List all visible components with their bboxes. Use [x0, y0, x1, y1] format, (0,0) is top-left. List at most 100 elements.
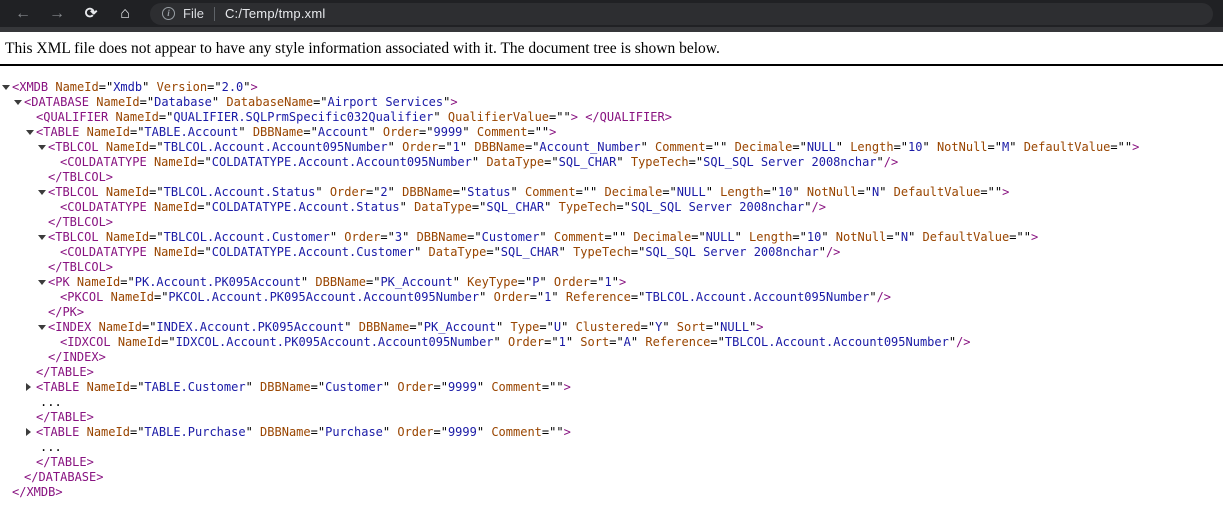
- xml-plain-token: =: [980, 185, 987, 199]
- forward-button[interactable]: →: [40, 2, 74, 26]
- page-info-icon[interactable]: i: [162, 7, 175, 20]
- xml-plain-token: ": [433, 110, 440, 124]
- xml-plain-token: =: [197, 200, 204, 214]
- collapsed-content-ellipsis[interactable]: ...: [40, 440, 62, 454]
- xml-plain-token: [727, 140, 734, 154]
- expand-arrow-icon[interactable]: [26, 383, 31, 391]
- collapse-arrow-icon[interactable]: [26, 130, 34, 135]
- xml-plain-token: [409, 230, 416, 244]
- collapse-arrow-icon[interactable]: [38, 145, 46, 150]
- xml-plain-token: ": [995, 140, 1002, 154]
- xml-plain-token: ": [344, 320, 351, 334]
- xml-plain-token: ": [612, 230, 619, 244]
- xml-attribute-name-token: NameId: [77, 275, 120, 289]
- xml-attribute-value-token: PKCOL.Account.PK095Account.Account095Num…: [168, 290, 479, 304]
- xml-attribute-name-token: DBBName: [417, 230, 468, 244]
- xml-attribute-value-token: Purchase: [325, 425, 383, 439]
- xml-plain-token: ": [205, 245, 212, 259]
- xml-attribute-name-token: Comment: [655, 140, 706, 154]
- url-text[interactable]: C:/Temp/tmp.xml: [225, 6, 326, 21]
- xml-plain-token: ": [388, 230, 395, 244]
- xml-tag-token: </QUALIFIER: [585, 110, 664, 124]
- xml-plain-token: ": [995, 185, 1002, 199]
- xml-plain-token: [568, 320, 575, 334]
- xml-plain-token: =: [792, 230, 799, 244]
- back-button[interactable]: ←: [6, 2, 40, 26]
- xml-attribute-name-token: Order: [383, 125, 419, 139]
- xml-attribute-name-token: Order: [397, 425, 433, 439]
- xml-attribute-name-token: Sort: [677, 320, 706, 334]
- collapse-arrow-icon[interactable]: [38, 190, 46, 195]
- xml-plain-token: ": [388, 140, 395, 154]
- xml-attribute-value-token: Customer: [482, 230, 540, 244]
- xml-plain-token: [352, 320, 359, 334]
- home-button[interactable]: ⌂: [108, 2, 142, 26]
- omnibox-separator: [214, 7, 215, 21]
- xml-attribute-value-token: SQL_CHAR: [486, 200, 544, 214]
- xml-attribute-value-token: NULL: [677, 185, 706, 199]
- xml-plain-token: [99, 185, 106, 199]
- xml-tag-token: >: [564, 380, 571, 394]
- collapse-arrow-icon[interactable]: [14, 100, 22, 105]
- xml-attribute-name-token: Order: [397, 380, 433, 394]
- xml-plain-token: ": [556, 380, 563, 394]
- xml-plain-token: ": [718, 335, 725, 349]
- xml-plain-token: ": [205, 200, 212, 214]
- xml-tag-token: >: [77, 305, 84, 319]
- xml-tree-line: </TABLE>: [0, 365, 1223, 380]
- xml-attribute-name-token: NameId: [106, 185, 149, 199]
- xml-tree-line: <TABLE NameId="TABLE.Customer" DBBName="…: [0, 380, 1223, 395]
- xml-plain-token: ": [214, 80, 221, 94]
- xml-tree-line: <DATABASE NameId="Database" DatabaseName…: [0, 95, 1223, 110]
- xml-tree-line: <PKCOL NameId="PKCOL.Account.PK095Accoun…: [0, 290, 1223, 305]
- xml-plain-token: [800, 185, 807, 199]
- xml-plain-token: ": [1118, 140, 1125, 154]
- expand-arrow-icon[interactable]: [26, 428, 31, 436]
- xml-plain-token: ": [566, 335, 573, 349]
- xml-tag-token: >: [87, 455, 94, 469]
- xml-tag-token: <TABLE: [36, 125, 79, 139]
- collapse-arrow-icon[interactable]: [38, 235, 46, 240]
- collapse-arrow-icon[interactable]: [38, 325, 46, 330]
- xml-tag-token: </TABLE: [36, 365, 87, 379]
- xml-attribute-name-token: NameId: [87, 380, 130, 394]
- xml-plain-token: [79, 380, 86, 394]
- xml-attribute-name-token: Length: [749, 230, 792, 244]
- address-bar[interactable]: i File C:/Temp/tmp.xml: [150, 3, 1213, 25]
- collapse-arrow-icon[interactable]: [2, 85, 10, 90]
- xml-attribute-value-token: A: [624, 335, 631, 349]
- xml-plain-token: ": [318, 425, 325, 439]
- collapsed-content-ellipsis[interactable]: ...: [40, 395, 62, 409]
- xml-attribute-value-token: 10: [778, 185, 792, 199]
- xml-attribute-name-token: Length: [720, 185, 763, 199]
- xml-tag-token: >: [619, 275, 626, 289]
- xml-plain-token: [323, 185, 330, 199]
- xml-plain-token: [547, 230, 554, 244]
- xml-attribute-name-token: Comment: [525, 185, 576, 199]
- xml-plain-token: ": [551, 155, 558, 169]
- xml-attribute-name-token: Decimale: [735, 140, 793, 154]
- xml-plain-token: [111, 335, 118, 349]
- xml-plain-token: =: [988, 140, 995, 154]
- xml-tree-line: <IDXCOL NameId="IDXCOL.Account.PK095Acco…: [0, 335, 1223, 350]
- xml-plain-token: ": [869, 290, 876, 304]
- xml-attribute-value-token: COLDATATYPE.Account.Account095Number: [212, 155, 472, 169]
- xml-tag-token: >: [87, 365, 94, 379]
- xml-plain-token: [246, 125, 253, 139]
- xml-plain-token: ": [564, 110, 571, 124]
- xml-plain-token: =: [792, 140, 799, 154]
- xml-attribute-value-token: 10: [908, 140, 922, 154]
- xml-attribute-name-token: Length: [850, 140, 893, 154]
- xml-plain-token: ": [597, 275, 604, 289]
- xml-attribute-value-token: Account: [318, 125, 369, 139]
- xml-attribute-name-token: NameId: [87, 125, 130, 139]
- xml-tree: <XMDB NameId="Xmdb" Version="2.0"><DATAB…: [0, 66, 1223, 500]
- xml-plain-token: ": [477, 425, 484, 439]
- xml-plain-token: ": [147, 95, 154, 109]
- xml-plain-token: [147, 200, 154, 214]
- xml-tree-line: <TBLCOL NameId="TBLCOL.Account.Customer"…: [0, 230, 1223, 245]
- reload-button[interactable]: ⟳: [74, 2, 108, 26]
- xml-plain-token: ": [551, 335, 558, 349]
- xml-plain-token: =: [486, 245, 493, 259]
- collapse-arrow-icon[interactable]: [38, 280, 46, 285]
